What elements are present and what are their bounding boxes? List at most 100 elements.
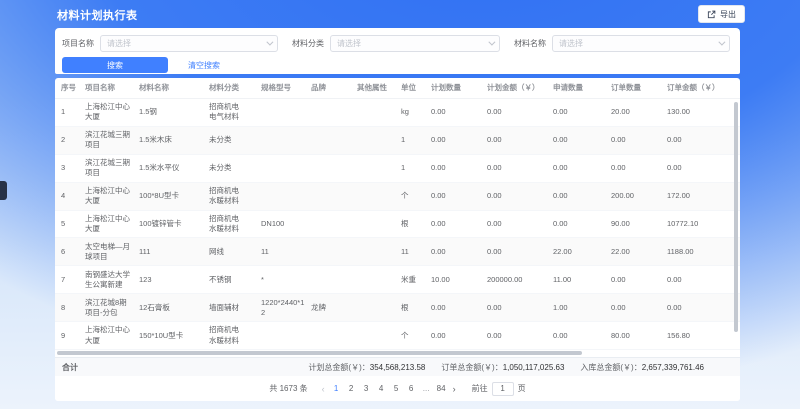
- table-cell: 上海松江中心大厦: [85, 325, 139, 345]
- table-cell: 0.00: [611, 275, 667, 285]
- select-placeholder: 请选择: [337, 38, 361, 49]
- table-cell: 未分类: [209, 163, 261, 173]
- select-placeholder: 请选择: [559, 38, 583, 49]
- table-cell: 8: [61, 303, 85, 313]
- material-name-select[interactable]: 请选择: [552, 35, 730, 52]
- table-cell: 10772.10: [667, 219, 727, 229]
- summary-total: 计划总金额(￥)：354,568,213.58: [308, 362, 425, 373]
- table-row: 9上海松江中心大厦150*10U型卡招商机电 水暖材料个0.000.000.00…: [55, 322, 740, 350]
- table-cell: *: [261, 275, 311, 285]
- table-cell: 南钢盛达大学生公寓新建: [85, 270, 139, 290]
- table-row: 2滨江花城三期项目1.5米木床未分类10.000.000.000.000.00: [55, 127, 740, 155]
- pagination-next-button[interactable]: ›: [449, 384, 460, 394]
- table-cell: 172.00: [667, 191, 727, 201]
- table-row: 5上海松江中心大厦100镀锌管卡招商机电 水暖材料DN100根0.000.000…: [55, 211, 740, 239]
- table-cell: 1220*2440*12: [261, 298, 311, 318]
- table-cell: 墙面辅材: [209, 303, 261, 313]
- table-cell: 龙牌: [311, 303, 357, 313]
- export-button-label: 导出: [720, 9, 736, 20]
- table-cell: 0.00: [667, 275, 727, 285]
- table-cell: 0.00: [553, 331, 611, 341]
- table-cell: 80.00: [611, 331, 667, 341]
- table-cell: 0.00: [431, 163, 487, 173]
- table-row: 7南钢盛达大学生公寓新建123不锈钢*米重10.00200000.0011.00…: [55, 266, 740, 294]
- table-cell: 156.80: [667, 331, 727, 341]
- table-cell: 滨江花城三期项目: [85, 158, 139, 178]
- pagination-prev-button[interactable]: ‹: [318, 384, 329, 394]
- table-cell: 10.00: [431, 275, 487, 285]
- table-cell: 0.00: [431, 247, 487, 257]
- table-cell: 4: [61, 191, 85, 201]
- pagination-page-button[interactable]: 5: [389, 381, 404, 397]
- table-cell: 0.00: [667, 135, 727, 145]
- table-cell: 0.00: [431, 191, 487, 201]
- table-row: 8滨江花城8期项目-分包12石膏板墙面辅材1220*2440*12龙牌根0.00…: [55, 294, 740, 322]
- table-cell: 0.00: [553, 163, 611, 173]
- table-cell: 0.00: [487, 331, 553, 341]
- table-cell: 招商机电 电气材料: [209, 102, 261, 122]
- pagination-page-button[interactable]: 4: [374, 381, 389, 397]
- table-cell: kg: [401, 107, 431, 117]
- table-cell: 未分类: [209, 135, 261, 145]
- pagination-ellipsis: ...: [419, 381, 434, 397]
- table-cell: 22.00: [611, 247, 667, 257]
- select-placeholder: 请选择: [107, 38, 131, 49]
- vertical-scrollbar[interactable]: [734, 102, 738, 332]
- table-cell: 上海松江中心大厦: [85, 102, 139, 122]
- clear-search-link[interactable]: 清空搜索: [188, 60, 220, 71]
- pagination-page-button[interactable]: 84: [434, 381, 449, 397]
- pagination-page-button[interactable]: 1: [329, 381, 344, 397]
- pagination-page-button[interactable]: 6: [404, 381, 419, 397]
- table-cell: 招商机电 水暖材料: [209, 325, 261, 345]
- table-cell: 130.00: [667, 107, 727, 117]
- table-cell: 5: [61, 219, 85, 229]
- horizontal-scroll-track: [55, 350, 740, 357]
- table-cell: 0.00: [487, 107, 553, 117]
- table-cell: 11: [401, 247, 431, 257]
- table-cell: 0.00: [431, 303, 487, 313]
- table-cell: 上海松江中心大厦: [85, 214, 139, 234]
- column-header: 申请数量: [553, 83, 611, 93]
- table-cell: 1: [401, 135, 431, 145]
- column-header: 规格型号: [261, 83, 311, 93]
- table-cell: 123: [139, 275, 209, 285]
- table-row: 3滨江花城三期项目1.5米水平仪未分类10.000.000.000.000.00: [55, 155, 740, 183]
- pagination-page-button[interactable]: 3: [359, 381, 374, 397]
- project-name-select[interactable]: 请选择: [100, 35, 278, 52]
- horizontal-scrollbar[interactable]: [57, 351, 582, 355]
- summary-label: 合计: [62, 362, 78, 373]
- column-header: 计划金额（￥）: [487, 83, 553, 93]
- table-row: 4上海松江中心大厦100*8U型卡招商机电 水暖材料个0.000.000.002…: [55, 183, 740, 211]
- column-header: 订单金额（￥）: [667, 83, 727, 93]
- table-cell: 200000.00: [487, 275, 553, 285]
- column-header: 其他属性: [357, 83, 401, 93]
- table-cell: 滨江花城8期项目-分包: [85, 298, 139, 318]
- table-cell: 200.00: [611, 191, 667, 201]
- table-cell: 0.00: [487, 135, 553, 145]
- column-header: 品牌: [311, 83, 357, 93]
- summary-total: 入库总金额(￥)：2,657,339,761.46: [580, 362, 704, 373]
- goto-page-input[interactable]: [492, 382, 514, 396]
- table-cell: 0.00: [611, 163, 667, 173]
- sidebar-collapse-handle[interactable]: [0, 181, 7, 200]
- summary-row: 合计 计划总金额(￥)：354,568,213.58 订单总金额(￥)：1,050…: [55, 357, 740, 376]
- filter-panel: 项目名称 请选择 材料分类 请选择 材料名称 请选择 搜索 清空搜索: [55, 28, 740, 74]
- table-cell: 90.00: [611, 219, 667, 229]
- page-unit-label: 页: [518, 383, 526, 394]
- table-cell: 0.00: [667, 303, 727, 313]
- table-row: 1上海松江中心大厦1.5钢招商机电 电气材料kg0.000.000.0020.0…: [55, 99, 740, 127]
- summary-total: 订单总金额(￥)：1,050,117,025.63: [441, 362, 564, 373]
- summary-totals: 计划总金额(￥)：354,568,213.58 订单总金额(￥)：1,050,11…: [308, 362, 704, 373]
- material-category-select[interactable]: 请选择: [330, 35, 500, 52]
- page-title: 材料计划执行表: [57, 7, 138, 23]
- table-cell: 0.00: [553, 219, 611, 229]
- search-button[interactable]: 搜索: [62, 57, 168, 73]
- pagination-page-button[interactable]: 2: [344, 381, 359, 397]
- export-button[interactable]: 导出: [698, 5, 745, 23]
- chevron-down-icon: [718, 39, 725, 46]
- column-header: 材料分类: [209, 83, 261, 93]
- export-icon: [707, 10, 716, 19]
- filter-label-project: 项目名称: [62, 38, 94, 49]
- table-cell: 100*8U型卡: [139, 191, 209, 201]
- table-cell: 1: [61, 107, 85, 117]
